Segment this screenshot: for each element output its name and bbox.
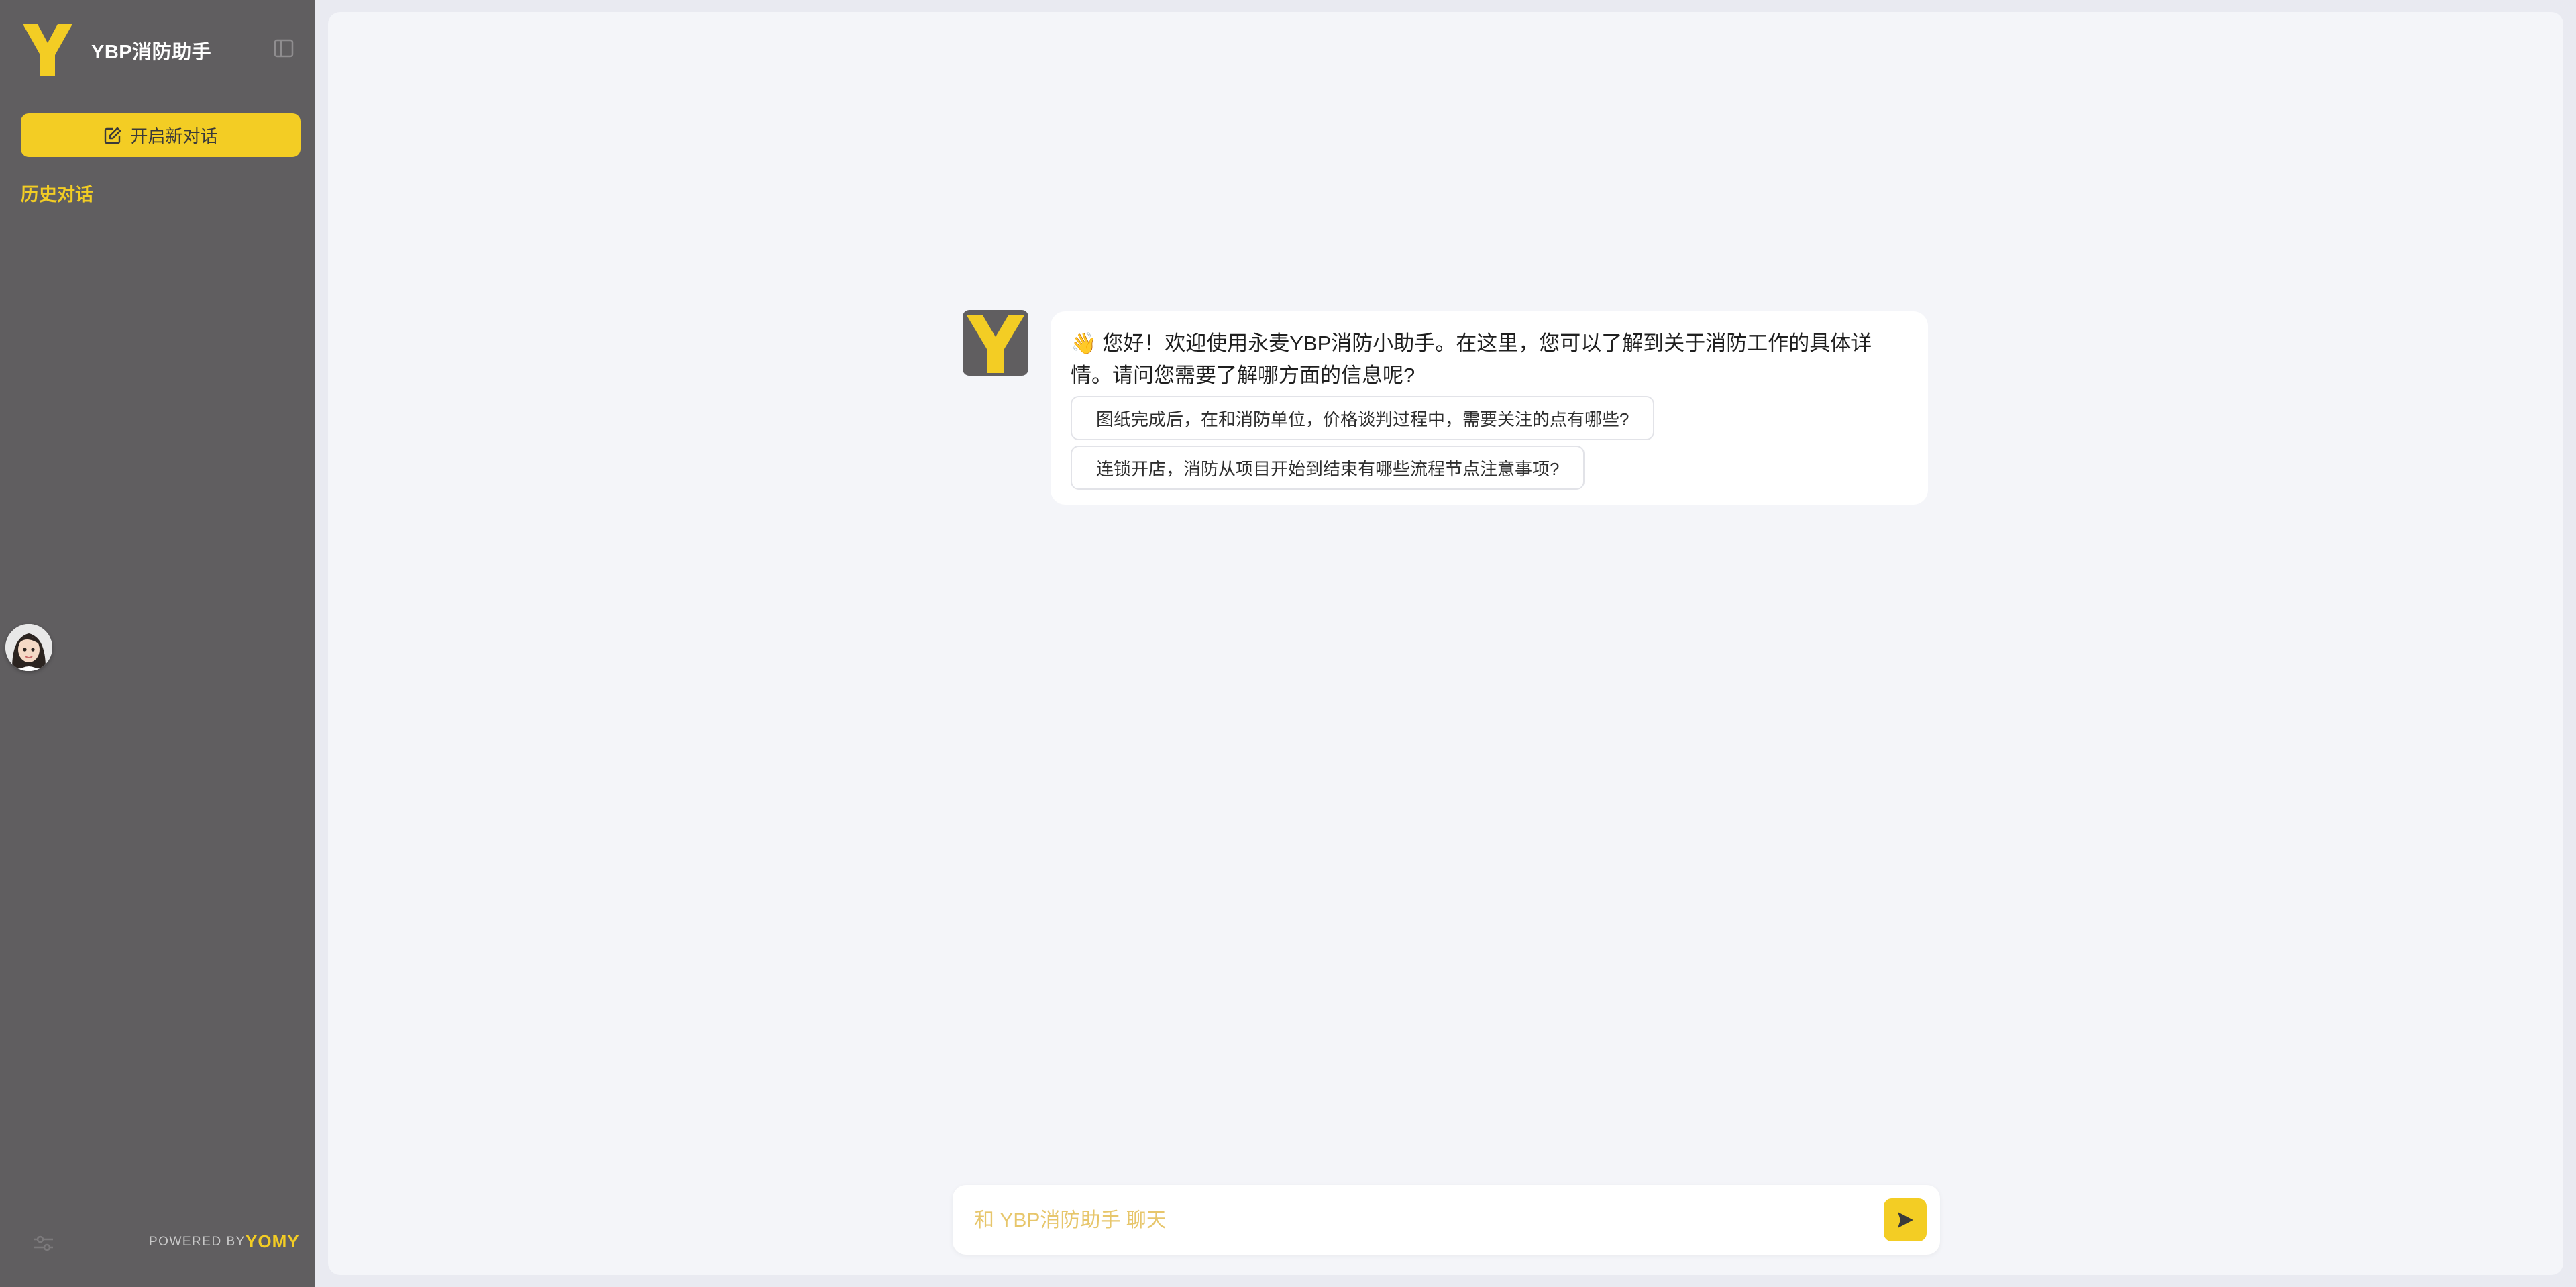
send-button[interactable] xyxy=(1884,1198,1927,1241)
greeting-message: 您好！欢迎使用永麦YBP消防小助手。在这里，您可以了解到关于消防工作的具体详情。… xyxy=(1071,331,1872,387)
sliders-icon[interactable] xyxy=(32,1233,55,1253)
sidebar: YBP消防助手 开启新对话 历史对话 POWERED BY YOMY xyxy=(0,0,315,1287)
edit-icon xyxy=(105,127,121,144)
assistant-avatar[interactable] xyxy=(5,624,52,671)
wave-icon: 👋 xyxy=(1071,331,1097,355)
chat-input[interactable] xyxy=(973,1200,1861,1241)
avatar-icon xyxy=(5,624,52,671)
new-chat-button[interactable]: 开启新对话 xyxy=(21,113,301,157)
powered-by-label: POWERED BY xyxy=(149,1235,246,1249)
suggestion-button[interactable]: 图纸完成后，在和消防单位，价格谈判过程中，需要关注的点有哪些? xyxy=(1071,396,1655,440)
greeting-text: 👋 您好！欢迎使用永麦YBP消防小助手。在这里，您可以了解到关于消防工作的具体详… xyxy=(1071,327,1909,392)
assistant-message: 👋 您好！欢迎使用永麦YBP消防小助手。在这里，您可以了解到关于消防工作的具体详… xyxy=(1051,311,1928,505)
app-title: YBP消防助手 xyxy=(91,42,212,63)
sidebar-collapse-icon[interactable] xyxy=(274,39,294,58)
suggestion-button[interactable]: 连锁开店，消防从项目开始到结束有哪些流程节点注意事项? xyxy=(1071,446,1585,490)
send-icon xyxy=(1898,1212,1913,1228)
y-logo-icon xyxy=(23,24,72,76)
chat-area xyxy=(328,12,2563,1275)
bot-avatar-icon xyxy=(963,310,1028,376)
chat-input-box xyxy=(953,1185,1940,1255)
new-chat-label: 开启新对话 xyxy=(130,126,218,146)
brand-link[interactable]: YOMY xyxy=(246,1231,300,1252)
history-heading: 历史对话 xyxy=(21,185,93,205)
